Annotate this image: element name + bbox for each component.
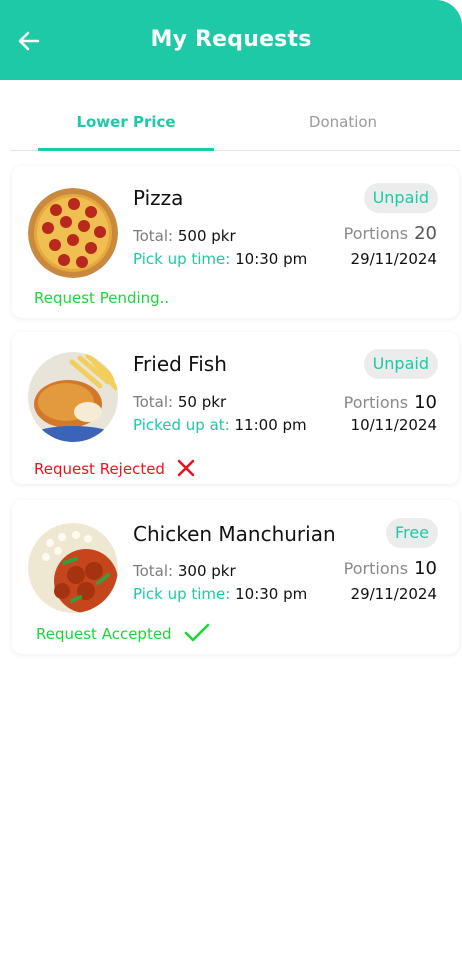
status-text: Request Accepted	[36, 623, 210, 643]
page-title: My Requests	[150, 27, 312, 52]
food-name: Chicken Manchurian	[133, 522, 336, 546]
fried-fish-image	[28, 352, 118, 442]
total-row: Total: 300 pkr	[133, 562, 236, 580]
app-header: My Requests	[0, 0, 462, 80]
food-name: Fried Fish	[133, 352, 227, 376]
payment-badge: Unpaid	[363, 183, 438, 213]
portions: Portions 10	[344, 558, 437, 579]
portions-count: 20	[414, 223, 437, 244]
request-date: 29/11/2024	[350, 585, 437, 603]
total-row: Total: 50 pkr	[133, 393, 226, 411]
pickup-label: Pick up time:	[133, 250, 231, 268]
portions: Portions 20	[344, 223, 437, 244]
chicken-manchurian-image	[28, 523, 118, 613]
total-row: Total: 500 pkr	[133, 227, 236, 245]
total-label: Total:	[133, 393, 174, 411]
portions-label: Portions	[343, 393, 409, 412]
tab-donation[interactable]: Donation	[250, 96, 436, 151]
food-name: Pizza	[133, 186, 184, 210]
request-card[interactable]: Chicken Manchurian Free Total: 300 pkr P…	[12, 500, 459, 654]
request-date: 10/11/2024	[350, 416, 437, 434]
tab-lower-price[interactable]: Lower Price	[38, 96, 214, 151]
tab-bar: Lower Price Donation	[10, 96, 460, 151]
pickup-row: Picked up at: 11:00 pm	[133, 416, 307, 434]
status-label: Request Accepted	[36, 625, 172, 643]
pickup-time: 10:30 pm	[235, 250, 308, 268]
total-value: 500 pkr	[177, 227, 236, 245]
status-text: Request Rejected	[34, 458, 196, 478]
total-value: 300 pkr	[177, 562, 236, 580]
portions-label: Portions	[343, 559, 409, 578]
status-label: Request Pending..	[34, 289, 170, 307]
payment-badge: Free	[386, 518, 438, 548]
portions: Portions 10	[344, 392, 437, 413]
status-text: Request Pending..	[34, 289, 169, 307]
pickup-row: Pick up time: 10:30 pm	[133, 585, 307, 603]
total-label: Total:	[133, 227, 174, 245]
payment-badge: Unpaid	[363, 349, 438, 379]
portions-count: 10	[414, 392, 437, 413]
total-value: 50 pkr	[177, 393, 227, 411]
pickup-label: Pick up time:	[133, 585, 231, 603]
request-card[interactable]: Pizza Unpaid Total: 500 pkr Pick up time…	[12, 166, 459, 318]
check-icon	[185, 623, 210, 642]
status-label: Request Rejected	[34, 460, 165, 478]
pickup-row: Pick up time: 10:30 pm	[133, 250, 307, 268]
cross-icon	[177, 459, 195, 477]
pickup-label: Picked up at:	[133, 416, 230, 434]
portions-label: Portions	[343, 224, 409, 243]
pickup-time: 11:00 pm	[234, 416, 307, 434]
request-card[interactable]: Fried Fish Unpaid Total: 50 pkr Picked u…	[12, 332, 459, 484]
portions-count: 10	[414, 558, 437, 579]
pickup-time: 10:30 pm	[235, 585, 308, 603]
pizza-image	[28, 188, 118, 278]
request-date: 29/11/2024	[350, 250, 437, 268]
total-label: Total:	[133, 562, 174, 580]
